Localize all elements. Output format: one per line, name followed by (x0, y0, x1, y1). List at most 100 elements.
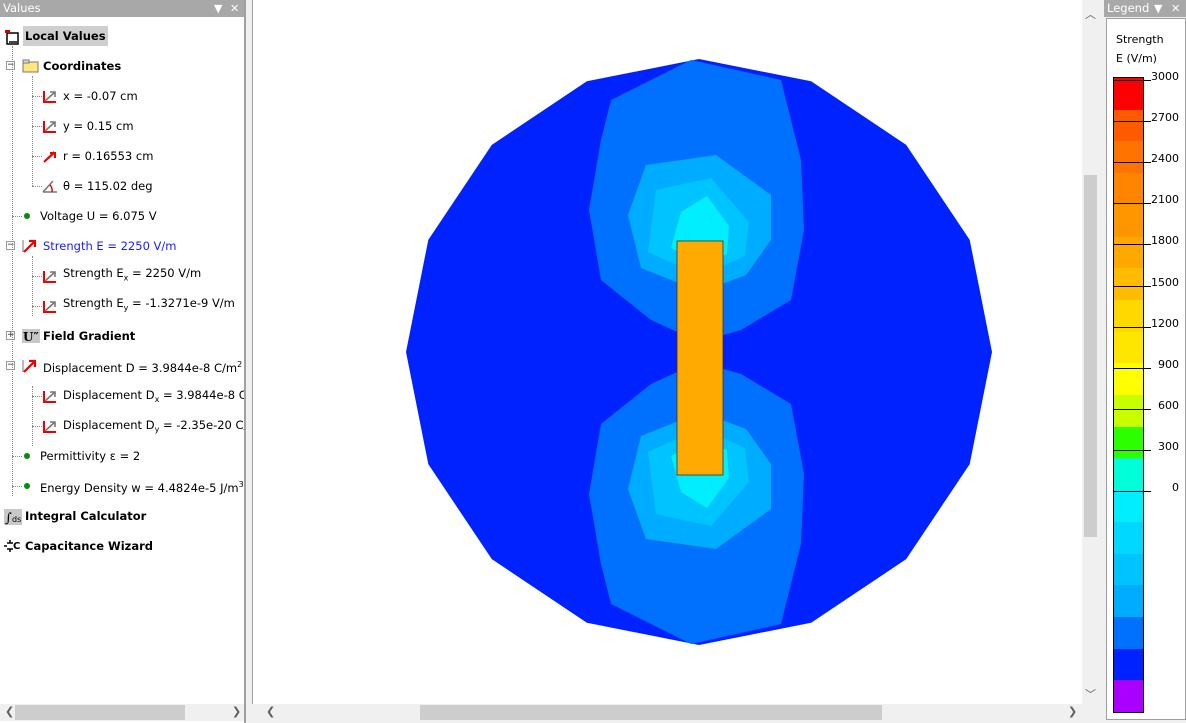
color-band (1114, 553, 1143, 586)
tree-item[interactable]: Energy Density w = 4.4824e-5 J/m3 (22, 476, 244, 496)
main-horizontal-scrollbar[interactable]: ❮ ❯ (252, 704, 1082, 721)
legend-quantity: Strength (1116, 33, 1164, 46)
field-plot-view[interactable] (252, 0, 1082, 704)
values-panel: Values ▼ ✕ Local Values Coordinates − x = -… (0, 0, 246, 723)
scroll-thumb[interactable] (15, 705, 185, 720)
capacitor-icon: C (4, 539, 20, 553)
values-panel-title: Values (3, 1, 41, 15)
color-scale-bar (1113, 77, 1144, 713)
tree-item[interactable]: U″ Field Gradient (22, 326, 137, 346)
svg-text:C: C (13, 541, 20, 552)
tree-item[interactable]: Strength Ex = 2250 V/m (42, 266, 203, 286)
tree-item[interactable]: Local Values (4, 26, 108, 46)
legend-tick-label: 2700 (1151, 111, 1179, 125)
tree-item[interactable]: Displacement D = 3.9844e-8 C/m2 (22, 356, 244, 376)
tree-item-label: Field Gradient (43, 329, 136, 343)
scroll-right-icon[interactable]: ❯ (1068, 705, 1077, 718)
tree-item[interactable]: Strength E = 2250 V/m (22, 236, 178, 256)
tree-item[interactable]: Coordinates (22, 56, 123, 76)
legend-tick (1114, 367, 1151, 369)
color-band (1114, 173, 1143, 206)
tree-item-label: Integral Calculator (25, 509, 147, 523)
scroll-down-icon[interactable]: ﹀ (1085, 686, 1096, 702)
x-component-icon (42, 389, 58, 403)
vector-icon (22, 359, 38, 373)
conductor-electrode[interactable] (676, 240, 724, 476)
legend-tick (1114, 408, 1151, 410)
field-gradient-icon: U″ (22, 329, 40, 344)
legend-tick (1114, 449, 1151, 451)
tree-item[interactable]: Displacement Dx = 3.9844e-8 C/m2 (42, 386, 244, 406)
tree-item[interactable]: y = 0.15 cm (42, 116, 136, 136)
tree-item-label: Strength Ey = -1.3271e-9 V/m (63, 296, 235, 313)
color-band (1114, 521, 1143, 554)
color-band (1114, 426, 1143, 459)
color-band (1114, 141, 1143, 174)
tree-item-label: Displacement Dx = 3.9844e-8 C/m2 (63, 387, 244, 405)
scroll-right-icon[interactable]: ❯ (232, 705, 241, 718)
color-band (1114, 331, 1143, 364)
legend-tick (1114, 203, 1151, 205)
legend-tick-label: 0 (1172, 481, 1179, 494)
close-icon[interactable]: ✕ (230, 0, 239, 17)
tree-item-label: Voltage U = 6.075 V (40, 209, 157, 223)
tree-item[interactable]: C Capacitance Wizard (4, 536, 155, 556)
y-component-icon (42, 419, 58, 433)
main-vertical-scrollbar[interactable]: ︿ ﹀ (1082, 0, 1098, 704)
tree-item[interactable]: Permittivity ε = 2 (22, 446, 142, 466)
scroll-thumb[interactable] (1084, 175, 1097, 537)
expand-icon[interactable]: + (6, 331, 15, 340)
tree-item-label: Strength Ex = 2250 V/m (63, 266, 202, 283)
tree-item[interactable]: Voltage U = 6.075 V (22, 206, 159, 226)
collapse-icon[interactable]: − (6, 361, 15, 370)
legend-tick (1114, 80, 1151, 81)
color-band (1114, 268, 1143, 301)
legend-tick-label: 600 (1158, 398, 1179, 412)
color-band (1114, 680, 1143, 713)
color-band (1114, 109, 1143, 142)
legend-tick-label: 1500 (1151, 275, 1179, 289)
color-band (1114, 616, 1143, 650)
legend-tick (1114, 244, 1151, 246)
values-tree: Local Values Coordinates − x = -0.07 cm y = … (0, 18, 244, 703)
tree-item-label: θ = 115.02 deg (63, 179, 153, 193)
collapse-icon[interactable]: − (6, 241, 15, 250)
bullet-icon (24, 453, 30, 459)
legend-body: Strength E (V/m) 3000 2700 2400 2100 1800 150… (1106, 18, 1186, 720)
folder-icon (22, 59, 39, 73)
svg-text:∫: ∫ (5, 511, 12, 525)
tree-item[interactable]: θ = 115.02 deg (42, 176, 155, 196)
color-band (1114, 458, 1143, 491)
legend-tick (1114, 285, 1151, 287)
scroll-left-icon[interactable]: ❮ (266, 705, 275, 718)
field-contour-plot[interactable] (253, 0, 1083, 704)
panel-menu-icon[interactable]: ▼ (1154, 0, 1162, 17)
close-icon[interactable]: ✕ (1171, 0, 1180, 17)
angle-icon (42, 179, 58, 193)
tree-item[interactable]: ∫ ds Integral Calculator (4, 506, 148, 526)
tree-item[interactable]: x = -0.07 cm (42, 86, 140, 106)
tree-item[interactable]: Displacement Dy = -2.35e-20 C/m2 (42, 416, 244, 436)
tree-item-label: Displacement Dy = -2.35e-20 C/m2 (63, 417, 244, 435)
tree-item[interactable]: r = 0.16553 cm (42, 146, 155, 166)
x-component-icon (42, 269, 58, 283)
x-coordinate-icon (42, 89, 58, 103)
vector-icon (22, 239, 38, 253)
scroll-left-icon[interactable]: ❮ (5, 705, 14, 718)
radius-icon (42, 149, 58, 163)
collapse-icon[interactable]: − (6, 61, 15, 70)
tree-item-label: y = 0.15 cm (63, 119, 134, 133)
tree-item-label: Displacement D = 3.9844e-8 C/m2 (43, 359, 243, 375)
color-band (1114, 78, 1143, 111)
color-band (1114, 395, 1143, 428)
scroll-thumb[interactable] (420, 705, 882, 720)
tree-item[interactable]: Strength Ey = -1.3271e-9 V/m (42, 296, 237, 316)
values-horizontal-scrollbar[interactable]: ❮ ❯ (0, 704, 244, 721)
panel-menu-icon[interactable]: ▼ (214, 0, 222, 17)
scroll-up-icon[interactable]: ︿ (1085, 6, 1096, 22)
legend-panel-title: Legend (1107, 1, 1150, 15)
svg-text:U″: U″ (23, 330, 39, 343)
color-band (1114, 648, 1143, 681)
legend-unit: E (V/m) (1116, 52, 1157, 65)
legend-tick-label: 2100 (1151, 193, 1179, 207)
